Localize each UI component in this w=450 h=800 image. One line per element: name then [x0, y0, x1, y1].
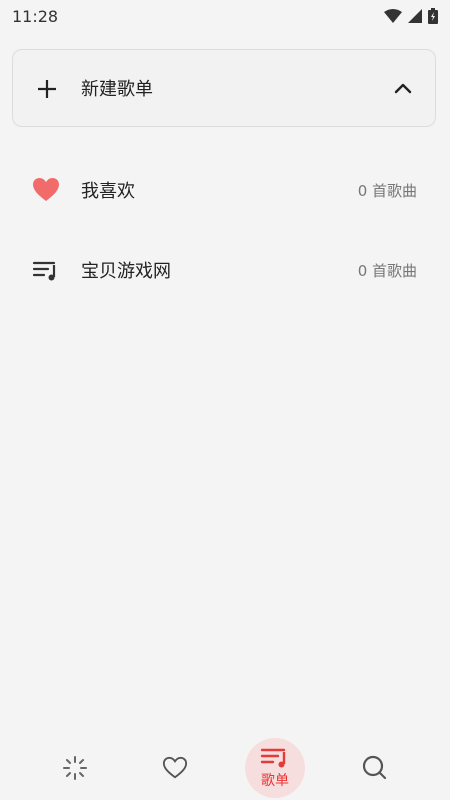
- playlist-count: 0 首歌曲: [357, 261, 417, 280]
- status-icons: [384, 8, 438, 24]
- playlist-name: 我喜欢: [81, 181, 135, 202]
- wifi-icon: [384, 9, 402, 23]
- plus-icon: [38, 80, 56, 98]
- new-playlist-label: 新建歌单: [81, 79, 153, 100]
- bottom-nav: 歌单: [0, 735, 450, 800]
- status-time: 11:28: [12, 6, 59, 26]
- music-list-icon: [32, 261, 56, 281]
- music-list-icon: [260, 748, 286, 767]
- tab-favorite[interactable]: [150, 735, 200, 800]
- heart-outline-icon: [162, 756, 188, 778]
- battery-icon: [428, 8, 438, 24]
- playlist-name: 宝贝游戏网: [81, 261, 171, 282]
- chevron-up-icon[interactable]: [393, 79, 413, 99]
- tab-search[interactable]: [350, 735, 400, 800]
- tab-playlist-label: 歌单: [261, 772, 289, 789]
- playlist-count: 0 首歌曲: [357, 181, 417, 200]
- cell-signal-icon: [408, 9, 422, 23]
- sparkle-icon: [63, 755, 87, 780]
- playlist-item-baobei[interactable]: 宝贝游戏网 0 首歌曲: [0, 240, 450, 300]
- playlist-item-favorites[interactable]: 我喜欢 0 首歌曲: [0, 160, 450, 220]
- heart-icon: [33, 178, 59, 201]
- tab-playlist[interactable]: 歌单: [245, 735, 305, 800]
- search-icon: [362, 755, 387, 779]
- status-bar: 11:28: [0, 0, 450, 32]
- tab-discover[interactable]: [50, 735, 100, 800]
- new-playlist-card[interactable]: 新建歌单: [12, 49, 436, 127]
